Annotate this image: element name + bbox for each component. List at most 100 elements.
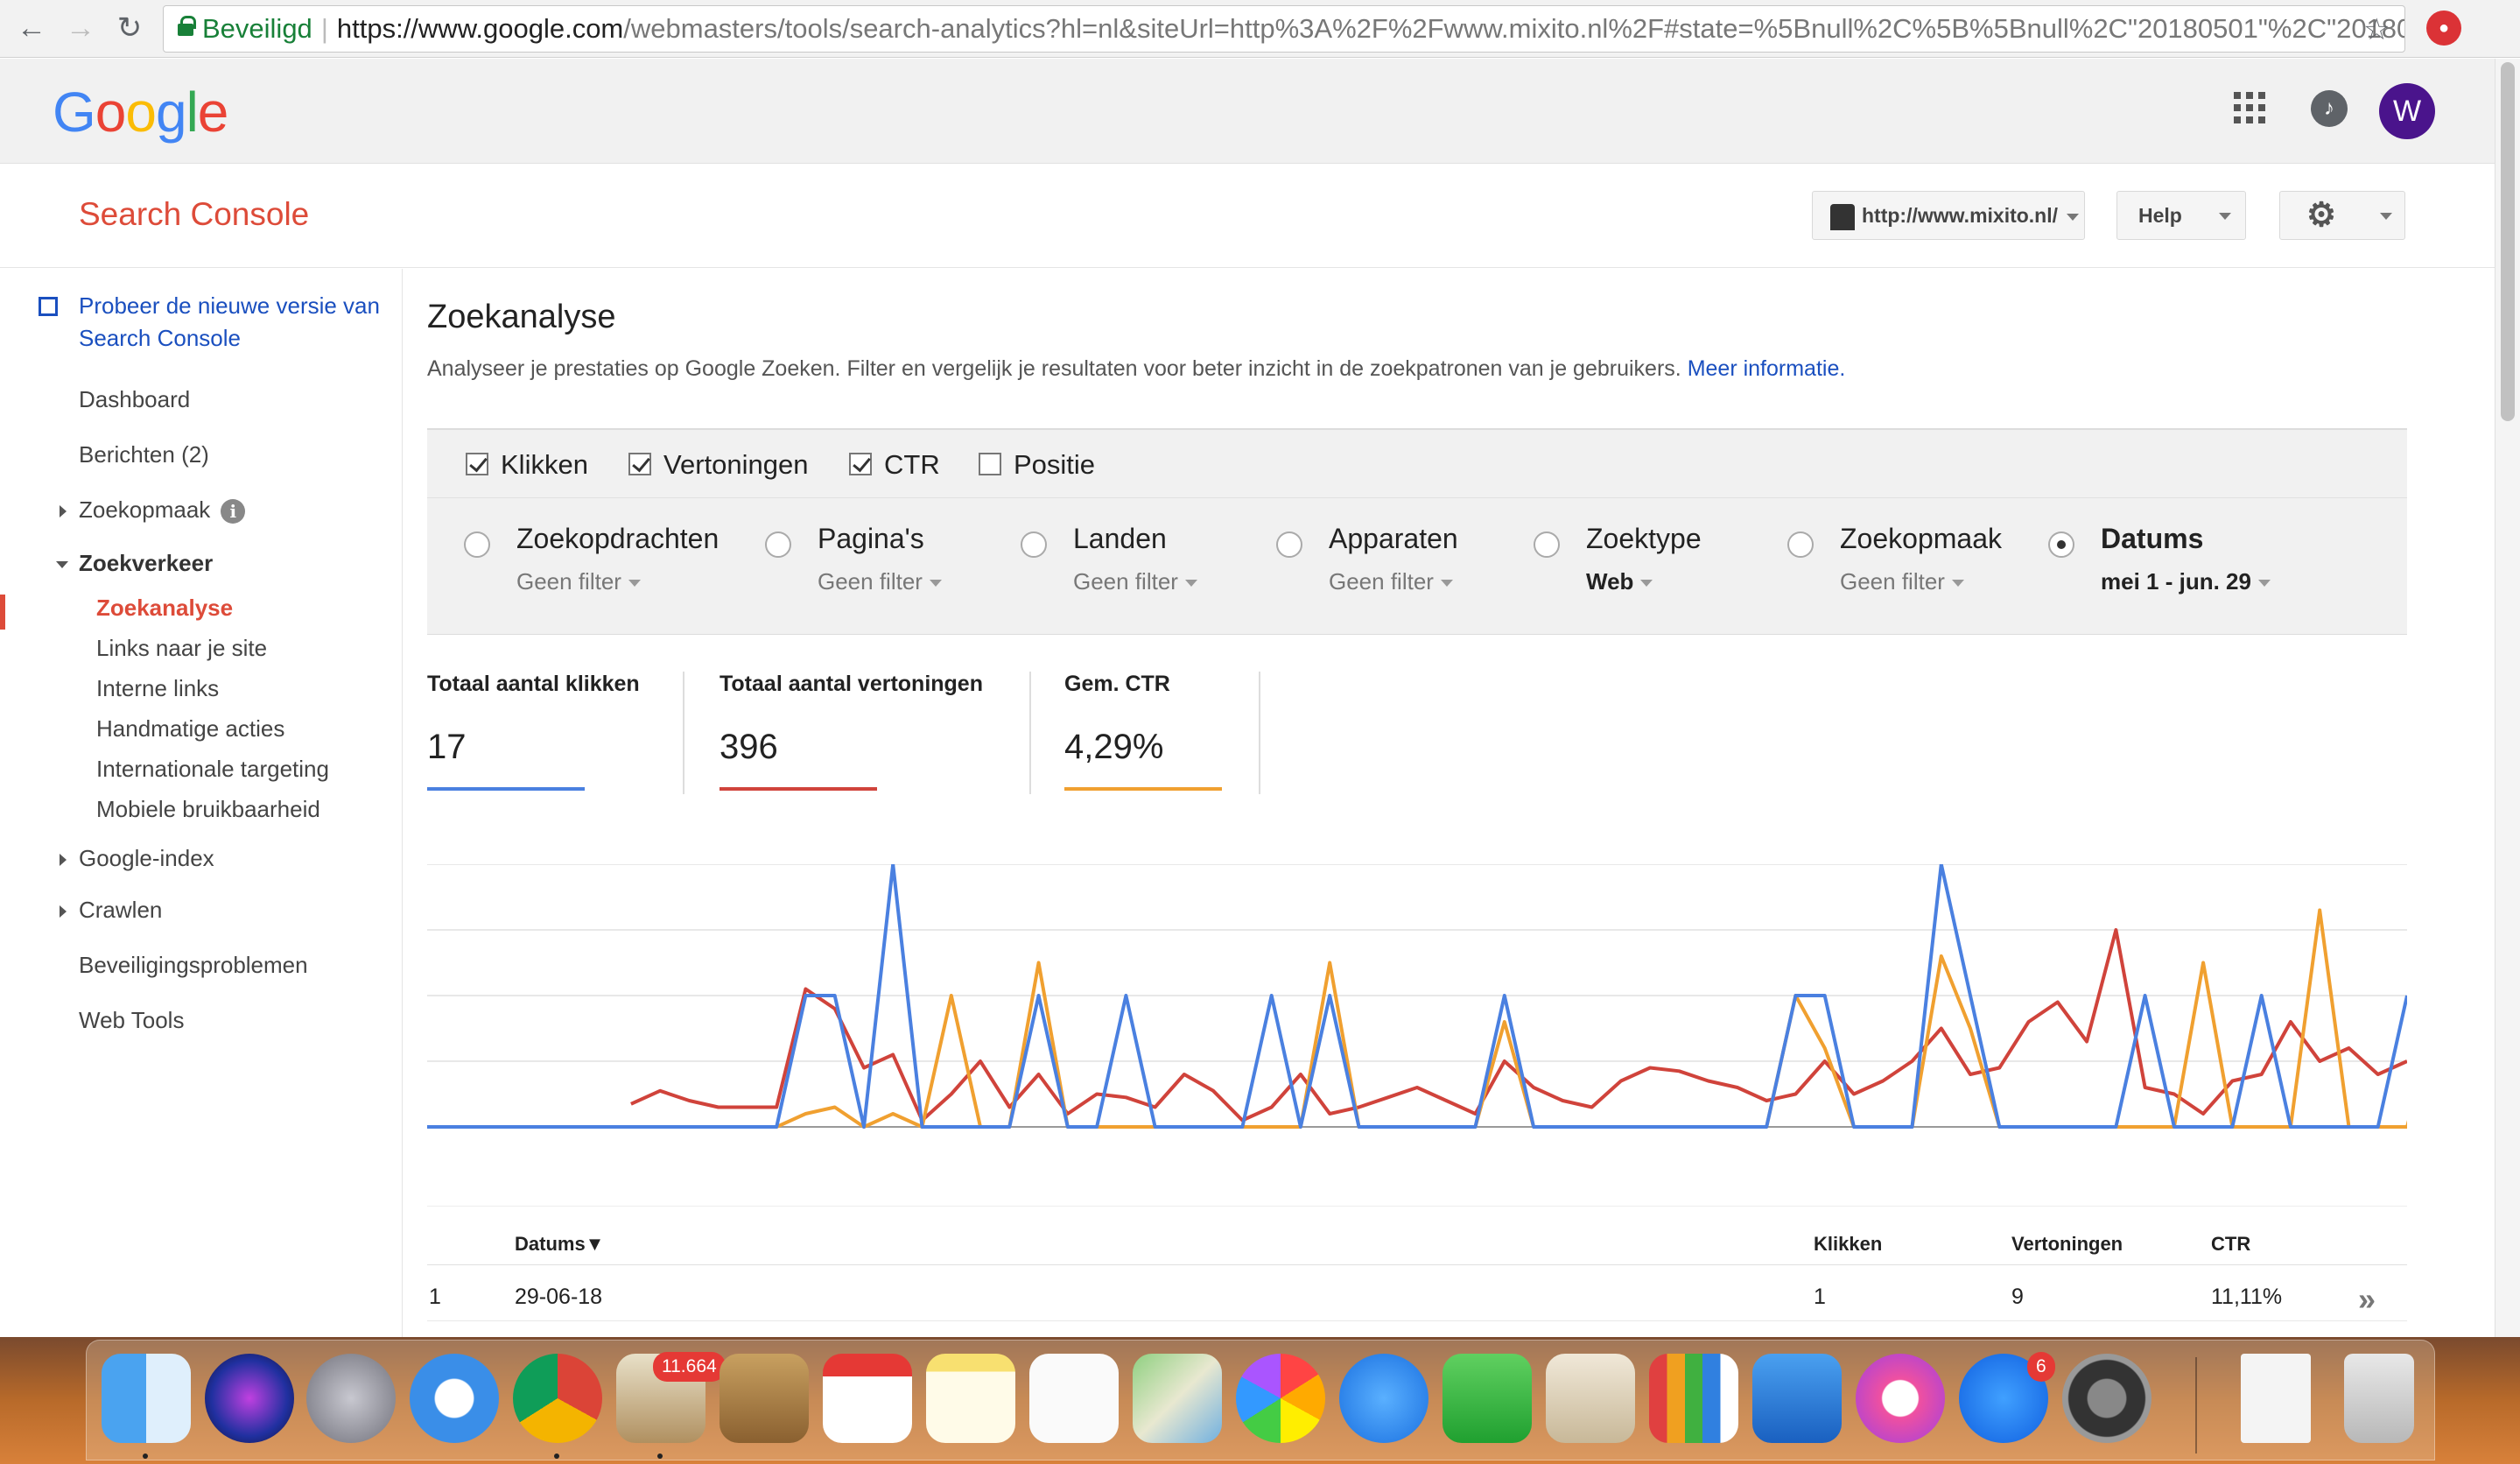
group-filter[interactable]: Geen filter: [1840, 568, 1964, 595]
group-label: Datums: [2101, 523, 2204, 554]
radio-icon[interactable]: [765, 531, 791, 558]
help-button[interactable]: Help: [2116, 191, 2246, 240]
group-filter[interactable]: Geen filter: [1329, 568, 1453, 595]
extension-icon[interactable]: ●: [2426, 11, 2461, 46]
trash-icon[interactable]: [2344, 1354, 2414, 1443]
apps-grid-icon[interactable]: [2234, 92, 2265, 123]
checkbox-checked-icon[interactable]: [849, 452, 872, 475]
sidebar-item-handmatige-acties[interactable]: Handmatige acties: [96, 715, 284, 743]
column-header-vertoningen[interactable]: Vertoningen: [2011, 1233, 2123, 1256]
site-selector[interactable]: http://www.mixito.nl/: [1812, 191, 2085, 240]
checkbox-unchecked-icon[interactable]: [979, 452, 1001, 475]
column-header-klikken[interactable]: Klikken: [1814, 1233, 1882, 1256]
keynote-icon[interactable]: [1752, 1354, 1842, 1443]
group-filter[interactable]: Geen filter: [516, 568, 641, 595]
sidebar-item-berichten[interactable]: Berichten (2): [79, 441, 209, 468]
double-chevron-right-icon[interactable]: »: [2358, 1281, 2376, 1318]
contacts-icon[interactable]: [719, 1354, 809, 1443]
radio-icon[interactable]: [1534, 531, 1560, 558]
chrome-icon[interactable]: [513, 1354, 602, 1443]
sidebar-item-zoekopmaak[interactable]: Zoekopmaak i: [60, 496, 246, 524]
document-icon[interactable]: [2241, 1354, 2311, 1443]
sidebar-item-links-naar-je-site[interactable]: Links naar je site: [96, 635, 267, 662]
reminders-icon[interactable]: [1029, 1354, 1119, 1443]
messages-icon[interactable]: [1339, 1354, 1428, 1443]
calendar-icon[interactable]: [823, 1354, 912, 1443]
radio-icon[interactable]: [464, 531, 490, 558]
itunes-music-icon[interactable]: [1856, 1354, 1945, 1443]
avatar[interactable]: W: [2379, 83, 2435, 139]
reload-icon[interactable]: ↻: [110, 9, 149, 47]
google-logo[interactable]: Google: [53, 80, 228, 144]
photos-icon[interactable]: [1236, 1354, 1325, 1443]
logo-letter: o: [95, 81, 127, 144]
checkbox-checked-icon[interactable]: [628, 452, 651, 475]
sidebar-item-interne-links[interactable]: Interne links: [96, 675, 219, 702]
site-favicon-icon: [1830, 203, 1855, 230]
group-filter[interactable]: mei 1 - jun. 29: [2101, 568, 2271, 595]
address-bar[interactable]: Beveiligd | https://www.google.com/webmast…: [163, 5, 2405, 53]
google-header: Google ♪ W: [0, 59, 2495, 164]
expand-triangle-icon: [60, 854, 67, 866]
column-header-datums[interactable]: Datums▼: [515, 1233, 604, 1256]
radio-icon[interactable]: [1787, 531, 1814, 558]
metric-vertoningen[interactable]: Vertoningen: [628, 449, 808, 481]
column-header-ctr[interactable]: CTR: [2211, 1233, 2250, 1256]
metric-positie[interactable]: Positie: [979, 449, 1095, 481]
chevron-down-icon: [1640, 580, 1653, 588]
radio-icon[interactable]: [1276, 531, 1302, 558]
sidebar-item-beveiligingsproblemen[interactable]: Beveiligingsproblemen: [79, 952, 308, 979]
table-row[interactable]: 1 29-06-18 1 9 11,11% »: [427, 1265, 2407, 1321]
maps-icon[interactable]: [1133, 1354, 1222, 1443]
system-preferences-gear-icon[interactable]: [2062, 1354, 2151, 1443]
filter-text: Geen filter: [516, 568, 621, 595]
page-scrollbar[interactable]: [2495, 59, 2520, 1337]
launchpad-rocket-icon[interactable]: [306, 1354, 396, 1443]
browser-toolbar: ← → ↻ Beveiligd | https://www.google.com/w…: [0, 0, 2520, 58]
sidebar-item-web-tools[interactable]: Web Tools: [79, 1007, 184, 1034]
sidebar-item-zoekanalyse[interactable]: Zoekanalyse: [96, 595, 233, 622]
back-icon[interactable]: ←: [12, 9, 51, 47]
finder-icon[interactable]: [102, 1354, 191, 1443]
pages-icon[interactable]: [1546, 1354, 1635, 1443]
group-filter[interactable]: Geen filter: [1073, 568, 1197, 595]
sidebar-item-crawlen[interactable]: Crawlen: [60, 897, 162, 924]
description-text: Analyseer je prestaties op Google Zoeken…: [427, 356, 1681, 381]
chevron-down-icon: [2380, 213, 2392, 220]
sidebar-item-dashboard[interactable]: Dashboard: [79, 386, 190, 413]
scrollbar-thumb[interactable]: [2501, 62, 2515, 421]
radio-icon[interactable]: [1021, 531, 1047, 558]
notifications-bell-icon[interactable]: ♪: [2311, 90, 2348, 127]
radio-selected-icon[interactable]: [2048, 531, 2074, 558]
settings-button[interactable]: ⚙: [2279, 191, 2405, 240]
sidebar-item-mobiele-bruikbaarheid[interactable]: Mobiele bruikbaarheid: [96, 796, 320, 823]
metric-label: Vertoningen: [663, 449, 809, 480]
numbers-chart-icon[interactable]: [1649, 1354, 1738, 1443]
bookmark-star-icon[interactable]: ☆: [2363, 12, 2390, 47]
metric-ctr[interactable]: CTR: [849, 449, 940, 481]
forward-icon[interactable]: →: [61, 9, 100, 47]
performance-chart[interactable]: [427, 864, 2407, 1144]
product-title[interactable]: Search Console: [79, 196, 309, 233]
siri-icon[interactable]: [205, 1354, 294, 1443]
sidebar-item-google-index[interactable]: Google-index: [60, 845, 214, 872]
info-icon[interactable]: i: [221, 499, 246, 524]
chevron-down-icon: [1951, 580, 1964, 588]
group-label: Landen: [1073, 523, 1167, 554]
expand-triangle-icon: [60, 505, 67, 517]
checkbox-checked-icon[interactable]: [466, 452, 488, 475]
sidebar-item-internationale-targeting[interactable]: Internationale targeting: [96, 756, 329, 783]
group-filter[interactable]: Web: [1586, 568, 1653, 595]
group-filter[interactable]: Geen filter: [818, 568, 942, 595]
series-line-1[interactable]: [630, 928, 2407, 1123]
facetime-icon[interactable]: [1443, 1354, 1532, 1443]
notes-icon[interactable]: [926, 1354, 1015, 1443]
more-info-link[interactable]: Meer informatie.: [1688, 356, 1846, 381]
group-label: Pagina's: [818, 523, 924, 554]
filter-text: Geen filter: [818, 568, 923, 595]
metric-klikken[interactable]: Klikken: [466, 449, 588, 481]
sidebar-item-zoekverkeer[interactable]: Zoekverkeer: [56, 550, 213, 577]
app-store-badge: 6: [2027, 1352, 2055, 1382]
safari-compass-icon[interactable]: [410, 1354, 499, 1443]
new-version-link[interactable]: Probeer de nieuwe versie van Search Cons…: [39, 290, 389, 355]
